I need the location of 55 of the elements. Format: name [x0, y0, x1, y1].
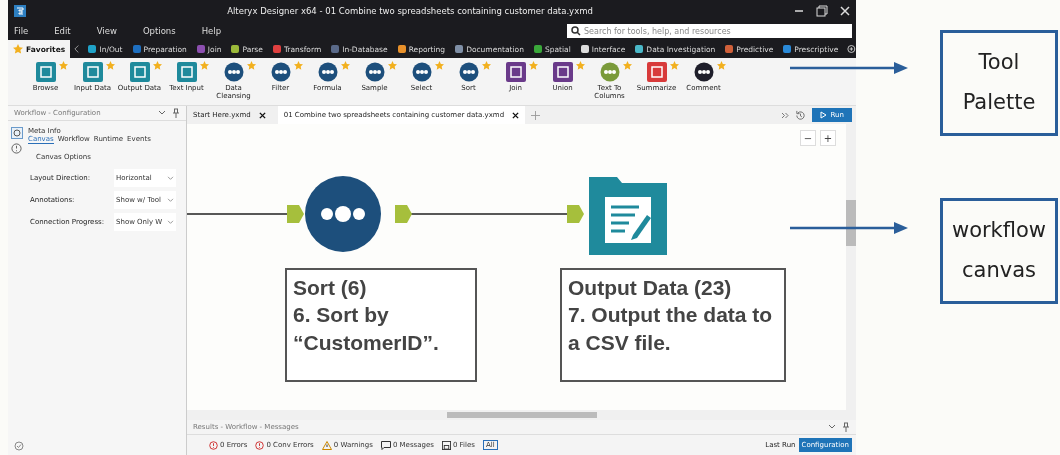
app-icon: [14, 5, 26, 17]
message-icon: [380, 440, 391, 450]
favorite-star-icon: [246, 61, 256, 70]
favorite-star-icon: [434, 61, 444, 70]
history-icon[interactable]: [794, 109, 806, 121]
favorite-star-icon: [669, 61, 679, 70]
double-chevron-icon[interactable]: [780, 111, 789, 119]
chevron-down-icon[interactable]: [828, 424, 836, 430]
vertical-scrollbar[interactable]: [846, 124, 856, 410]
favorite-star-icon: [105, 61, 115, 70]
gear-icon[interactable]: [11, 127, 23, 139]
callout-box: Tool Palette: [940, 30, 1058, 136]
favorite-star-icon: [340, 61, 350, 70]
chevron-left-icon[interactable]: [74, 44, 80, 54]
chevron-down-icon: [167, 219, 174, 225]
favorite-star-icon: [152, 61, 162, 70]
favorite-star-icon: [293, 61, 303, 70]
play-icon: [819, 111, 827, 119]
favorite-star-icon: [716, 61, 726, 70]
close-icon[interactable]: [512, 111, 520, 119]
menu-item[interactable]: File: [14, 26, 29, 36]
chevron-down-icon[interactable]: [158, 110, 166, 116]
zoom-button[interactable]: −: [800, 130, 816, 146]
favorite-star-icon: [528, 61, 538, 70]
restore-icon[interactable]: [816, 5, 828, 17]
chevron-down-icon: [167, 175, 174, 181]
search-icon: [571, 26, 581, 36]
favorite-star-icon: [575, 61, 585, 70]
favorite-star-icon: [387, 61, 397, 70]
menu-item[interactable]: Edit: [54, 26, 71, 36]
warning-icon: [321, 440, 332, 450]
menu-item[interactable]: Options: [142, 26, 176, 36]
favorite-star-icon: [481, 61, 491, 70]
annotation-title: Sort (6): [293, 275, 368, 301]
pin-icon[interactable]: [842, 422, 850, 432]
zoom-button[interactable]: +: [820, 130, 836, 146]
search-field[interactable]: Search for tools, help, and resources: [567, 24, 852, 38]
favorite-star-icon: [58, 61, 68, 70]
annotation-text: 6. Sort by “CustomerID”.: [293, 302, 440, 356]
window-title: Alteryx Designer x64 - 01 Combine two spreadsheets containing customer data.yxmd: [226, 6, 594, 16]
callout-box: workflow canvas: [940, 198, 1058, 304]
chevron-down-icon: [167, 197, 174, 203]
menu-item[interactable]: Help: [201, 26, 222, 36]
annotation-title: Output Data (23): [568, 275, 733, 301]
file-icon: [441, 440, 451, 450]
horizontal-scrollbar[interactable]: [187, 410, 856, 420]
check-circle-icon: [14, 441, 24, 451]
pin-icon[interactable]: [172, 108, 180, 118]
favorite-star-icon: [622, 61, 632, 70]
favorite-star-icon: [199, 61, 209, 70]
error-icon: [255, 440, 265, 450]
menu-item[interactable]: View: [96, 26, 117, 36]
error-icon: [209, 440, 218, 450]
annotation-text: 7. Output the data to a CSV file.: [568, 302, 774, 356]
close-icon[interactable]: [258, 111, 266, 119]
